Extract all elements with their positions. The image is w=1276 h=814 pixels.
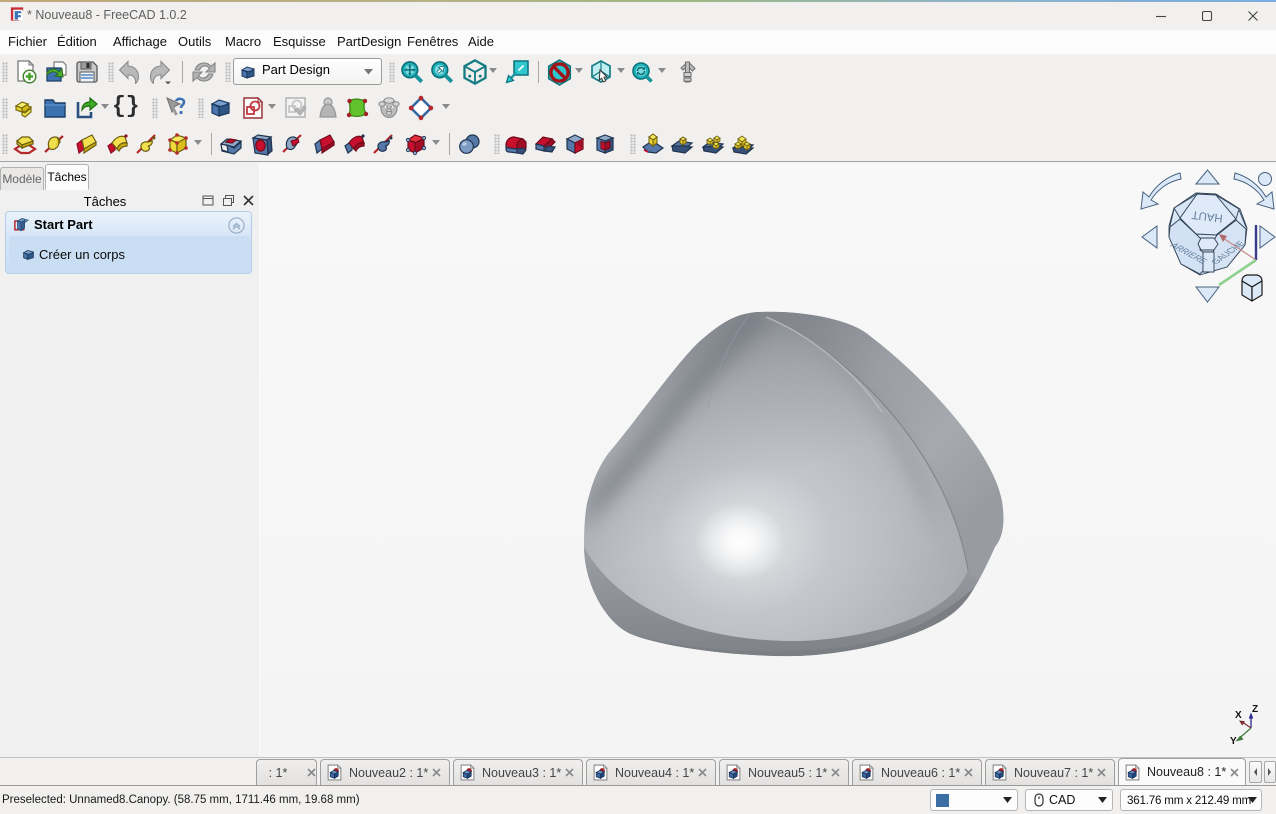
svg-text:Z: Z — [1252, 704, 1258, 715]
svg-text:Y: Y — [1230, 736, 1237, 747]
svg-text:X: X — [1235, 710, 1242, 721]
